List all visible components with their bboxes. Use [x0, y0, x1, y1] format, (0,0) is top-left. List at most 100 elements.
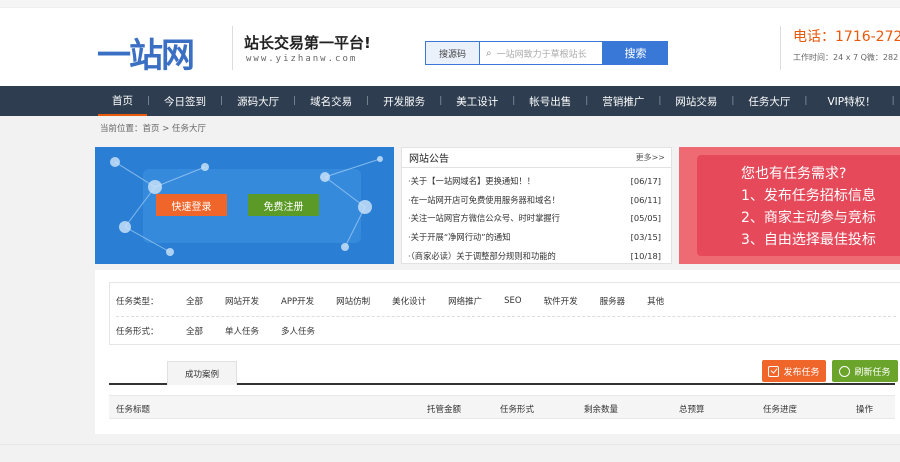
nav-label: 网站交易	[675, 95, 718, 108]
nav-label: 今日签到	[164, 95, 207, 108]
task-type-option[interactable]: 软件开发	[544, 295, 578, 307]
site-logo[interactable]: 一站网	[97, 28, 219, 76]
nav-item-design[interactable]: 美工设计	[442, 86, 512, 116]
announcement-text: ·关于开展“净网行动”的通知	[408, 232, 511, 243]
nav-item-home[interactable]: 首页	[98, 86, 147, 116]
search-category-select[interactable]: 搜源码	[425, 41, 480, 65]
announcement-header: 网站公告 更多>>	[402, 148, 671, 168]
working-hours: 工作时间：24 x 7 Q微：282	[793, 53, 899, 62]
task-type-option[interactable]: 服务器	[600, 295, 626, 307]
login-banner: 快速登录 免费注册	[95, 147, 394, 264]
announcement-text: ·关于【一站网域名】更换通知！！	[408, 176, 536, 187]
announcement-title: 网站公告	[409, 154, 449, 165]
task-type-option[interactable]: 其他	[647, 295, 664, 307]
task-form-option[interactable]: 多人任务	[281, 325, 315, 337]
search-placeholder: 一站网致力于草根站长	[496, 49, 587, 60]
announcement-list: ·关于【一站网域名】更换通知！！ [06/17] ·在一站网开店可免费使用服务器和…	[402, 168, 671, 265]
nav-label: VIP特权！	[827, 95, 876, 108]
nav-item-domains[interactable]: 域名交易	[296, 86, 366, 116]
publish-task-button[interactable]: 发布任务	[762, 360, 826, 382]
publish-icon	[768, 365, 780, 377]
task-promo-banner[interactable]: 您也有任务需求? 1、发布任务招标信息 2、商家主动参与竞标 3、自由选择最佳投…	[679, 147, 900, 264]
search-icon: ⌕	[486, 47, 492, 59]
nav-label: 任务大厅	[748, 95, 791, 108]
promo-line: 1、发布任务招标信息	[741, 188, 876, 204]
nav-item-vip[interactable]: VIP特权！	[807, 86, 891, 116]
nav-item-source-code[interactable]: 源码大厅	[223, 86, 293, 116]
logo-divider	[232, 26, 233, 70]
column-header: 任务形式	[500, 405, 535, 415]
task-form-option[interactable]: 单人任务	[225, 325, 259, 337]
contact-info: 电话：1716-2728 工作时间：24 x 7 Q微：282	[780, 26, 900, 70]
promo-line: 2、商家主动参与竞标	[741, 210, 876, 226]
task-form-filter: 任务形式： 全部 单人任务 多人任务	[116, 323, 337, 339]
promo-title: 您也有任务需求?	[741, 166, 847, 182]
free-register-button[interactable]: 免费注册	[248, 194, 319, 216]
filter-divider	[116, 316, 896, 317]
task-type-option[interactable]: SEO	[504, 296, 521, 306]
announcement-item[interactable]: ·关注一站网官方微信公众号、时时掌握行 [05/05]	[408, 209, 661, 228]
main-nav: 首页 | 今日签到 | 源码大厅 | 域名交易 | 开发服务 | 美工设计 | …	[0, 86, 900, 116]
nav-item-tasks[interactable]: 任务大厅	[734, 86, 804, 116]
nav-item-dev-services[interactable]: 开发服务	[369, 86, 439, 116]
announcement-date: [10/18]	[630, 250, 661, 261]
refresh-label: 刷新任务	[854, 367, 891, 378]
announcement-more-link[interactable]: 更多>>	[636, 152, 665, 163]
nav-item-more[interactable]: 分	[895, 86, 900, 116]
task-type-option[interactable]: 全部	[186, 295, 203, 307]
top-strip	[0, 0, 900, 8]
nav-item-site-trade[interactable]: 网站交易	[661, 86, 731, 116]
announcement-text: ·（商家必读）关于调整部分规则和功能的	[408, 250, 556, 261]
task-type-option[interactable]: 网络推广	[448, 295, 482, 307]
network-illustration	[95, 147, 394, 264]
nav-item-accounts[interactable]: 帐号出售	[515, 86, 585, 116]
task-hall-panel: 任务类型： 全部 网站开发 APP开发 网站仿制 美化设计 网络推广 SEO 软…	[95, 270, 900, 434]
announcement-item[interactable]: ·关于开展“净网行动”的通知 [03/15]	[408, 228, 661, 247]
task-type-option[interactable]: 网站开发	[225, 295, 259, 307]
breadcrumb: 当前位置：首页 > 任务大厅	[100, 124, 207, 134]
column-header: 操作	[856, 405, 874, 415]
search-button[interactable]: 搜索	[603, 41, 668, 65]
nav-label: 营销推广	[602, 95, 645, 108]
task-type-label: 任务类型：	[116, 297, 159, 307]
task-table-header: 任务标题 托管金额 任务形式 剩余数量 总预算 任务进度 操作	[109, 395, 895, 419]
column-header: 托管金额	[427, 405, 462, 415]
slogan: 站长交易第一平台!	[244, 34, 371, 52]
search-input[interactable]: ⌕ 一站网致力于草根站长	[480, 41, 603, 65]
nav-label: 源码大厅	[237, 95, 280, 108]
search-bar: 搜源码 ⌕ 一站网致力于草根站长 搜索	[425, 41, 668, 65]
page-bottom-strip	[0, 444, 900, 462]
quick-login-button[interactable]: 快速登录	[156, 194, 227, 216]
announcement-panel: 网站公告 更多>> ·关于【一站网域名】更换通知！！ [06/17] ·在一站网开…	[401, 147, 672, 264]
announcement-text: ·关注一站网官方微信公众号、时时掌握行	[408, 213, 560, 224]
task-type-option[interactable]: 美化设计	[392, 295, 426, 307]
site-header: 一站网 站长交易第一平台! www.yizhanw.com 搜源码 ⌕ 一站网致…	[0, 8, 900, 86]
announcement-date: [06/17]	[630, 176, 661, 187]
announcement-text: ·在一站网开店可免费使用服务器和域名！	[408, 194, 560, 205]
announcement-date: [05/05]	[630, 213, 661, 224]
nav-label: 帐号出售	[529, 95, 572, 108]
nav-item-checkin[interactable]: 今日签到	[150, 86, 220, 116]
column-header: 任务标题	[116, 405, 151, 415]
tab-success-cases[interactable]: 成功案例	[167, 361, 237, 385]
announcement-item[interactable]: ·在一站网开店可免费使用服务器和域名！ [06/11]	[408, 191, 661, 210]
announcement-item[interactable]: ·关于【一站网域名】更换通知！！ [06/17]	[408, 172, 661, 191]
nav-label: 美工设计	[456, 95, 499, 108]
task-filter: 任务类型： 全部 网站开发 APP开发 网站仿制 美化设计 网络推广 SEO 软…	[109, 282, 900, 345]
publish-label: 发布任务	[783, 367, 820, 378]
site-url: www.yizhanw.com	[246, 54, 358, 64]
column-header: 剩余数量	[584, 405, 619, 415]
task-type-option[interactable]: 网站仿制	[336, 295, 370, 307]
nav-item-marketing[interactable]: 营销推广	[588, 86, 658, 116]
task-type-option[interactable]: APP开发	[281, 295, 314, 307]
nav-label: 首页	[112, 94, 133, 107]
nav-label: 开发服务	[383, 95, 426, 108]
announcement-item[interactable]: ·（商家必读）关于调整部分规则和功能的 [10/18]	[408, 246, 661, 265]
task-form-option[interactable]: 全部	[186, 325, 203, 337]
column-header: 总预算	[679, 405, 705, 415]
task-form-label: 任务形式：	[116, 327, 159, 337]
announcement-date: [06/11]	[630, 194, 661, 205]
announcement-date: [03/15]	[630, 232, 661, 243]
refresh-task-button[interactable]: 刷新任务	[832, 360, 898, 382]
refresh-icon	[839, 365, 851, 377]
